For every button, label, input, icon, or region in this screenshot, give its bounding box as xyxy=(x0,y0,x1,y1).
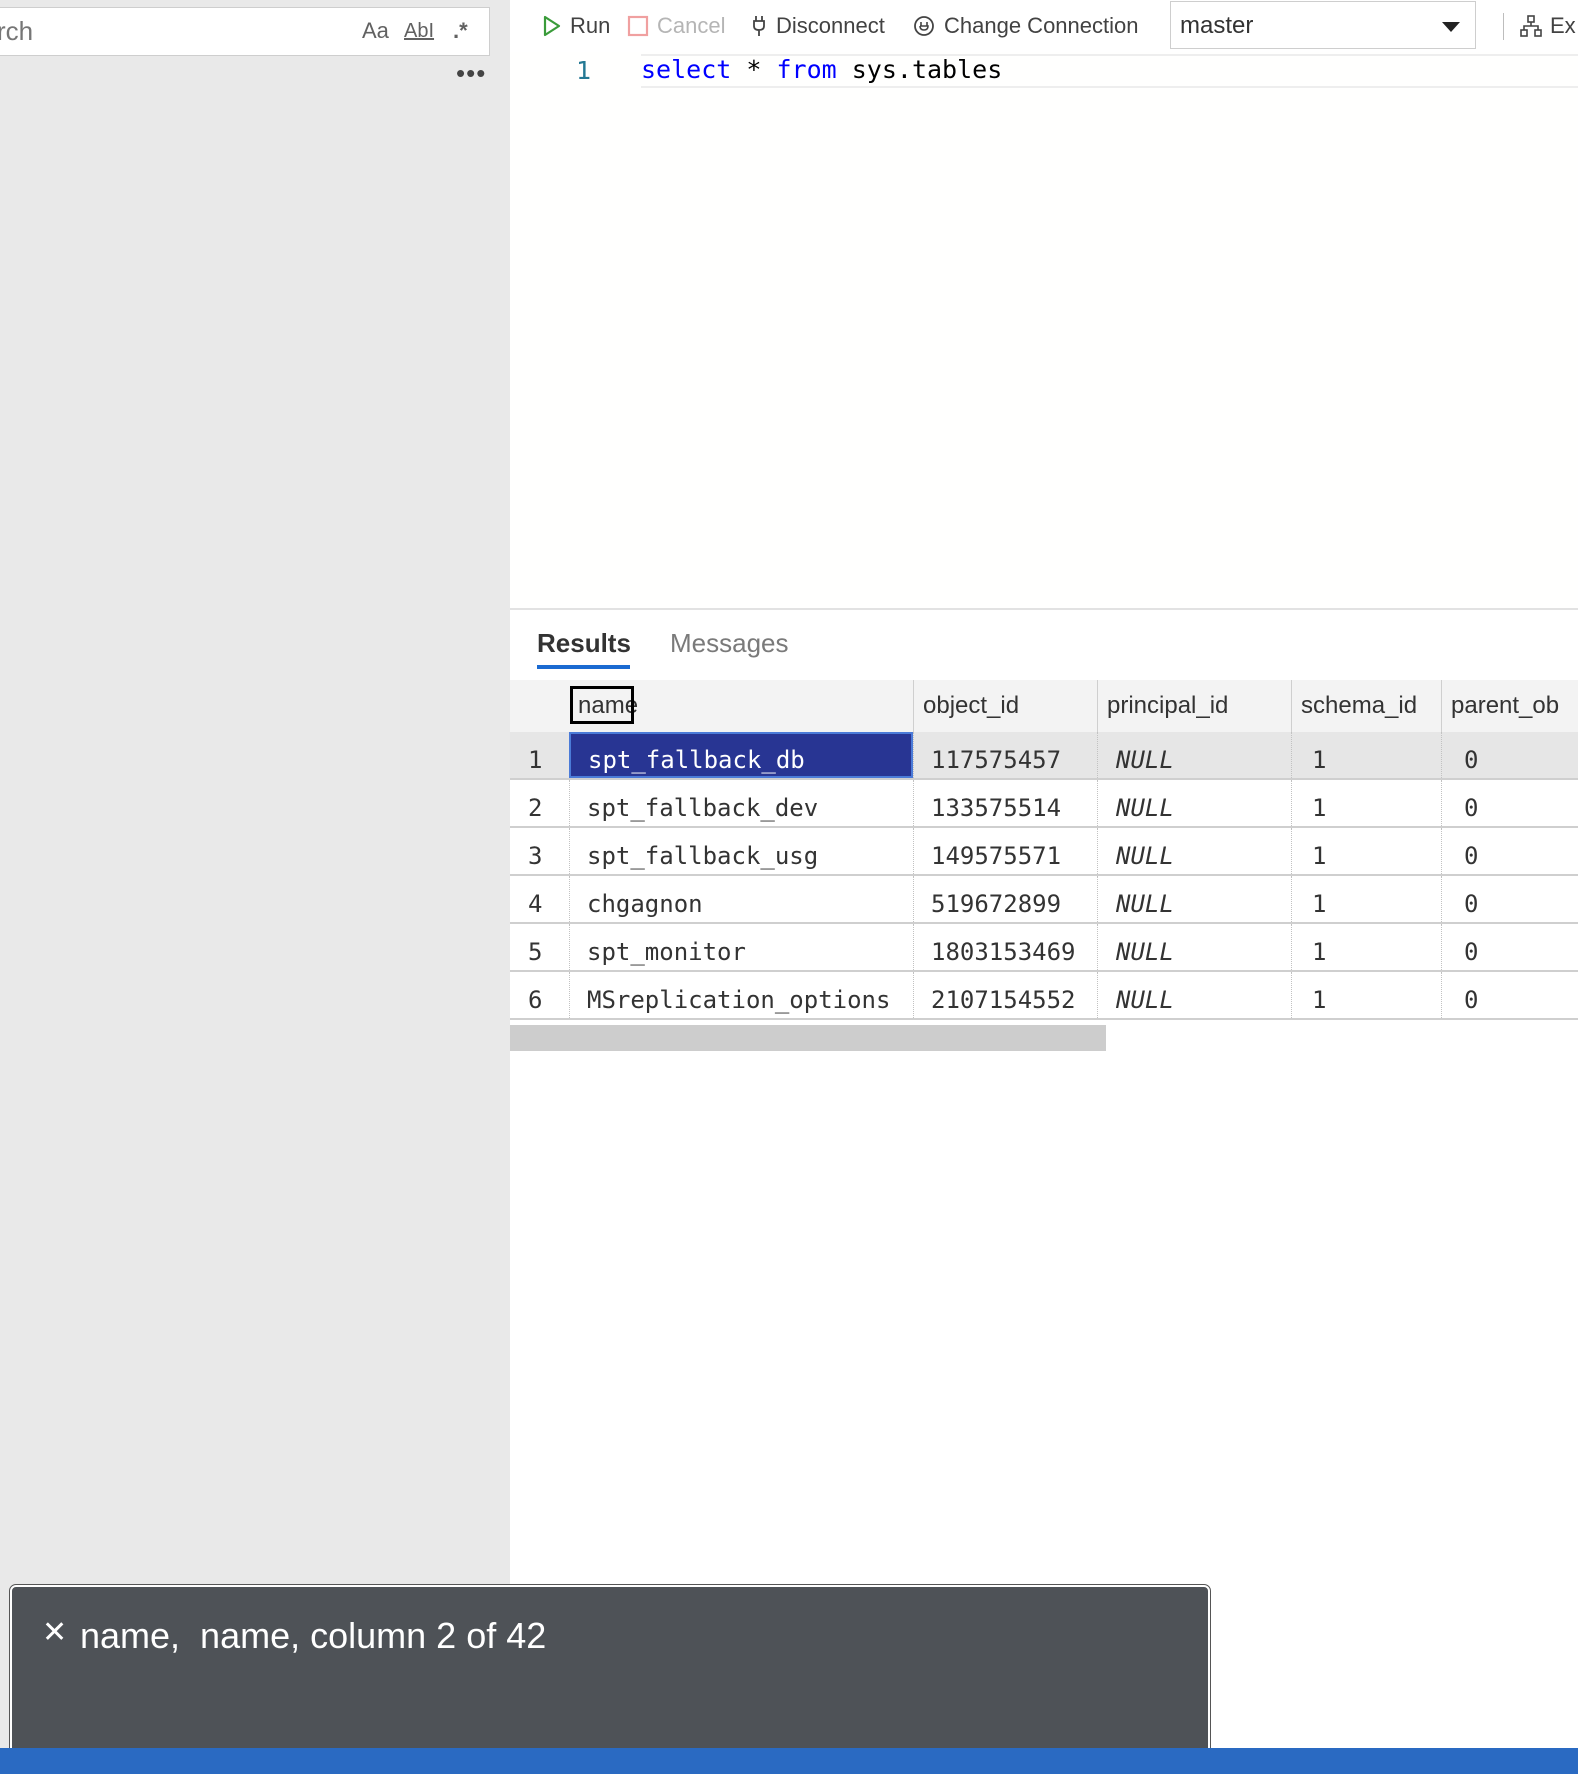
change-connection-icon xyxy=(914,16,934,36)
status-bar xyxy=(0,1748,1578,1774)
column-focus-outline xyxy=(570,686,634,724)
run-button[interactable]: Run xyxy=(542,10,610,42)
toolbar-divider xyxy=(1503,13,1504,40)
cell-schema-id[interactable]: 1 xyxy=(1291,732,1441,778)
chevron-down-icon xyxy=(1442,22,1460,32)
cell-principal-id[interactable]: NULL xyxy=(1097,972,1291,1018)
search-box: Aa AbI .* xyxy=(0,7,490,56)
disconnect-button[interactable]: Disconnect xyxy=(750,10,885,42)
match-case-toggle[interactable]: Aa xyxy=(362,17,389,45)
grid-header: name object_id principal_id schema_id pa… xyxy=(510,680,1578,734)
run-label: Run xyxy=(570,13,611,38)
cell-principal-id[interactable]: NULL xyxy=(1097,732,1291,778)
plug-icon xyxy=(753,16,765,36)
row-number: 1 xyxy=(528,746,543,774)
cell-schema-id[interactable]: 1 xyxy=(1291,828,1441,874)
panel-divider xyxy=(510,608,1578,610)
row-number: 2 xyxy=(528,794,543,822)
cell-name[interactable]: spt_fallback_dev xyxy=(569,780,913,826)
change-connection-label: Change Connection xyxy=(944,13,1139,38)
row-number: 4 xyxy=(528,890,543,918)
line-number: 1 xyxy=(576,56,592,85)
table-row[interactable]: 1 spt_fallback_db 117575457 NULL 1 0 xyxy=(510,732,1578,780)
keyword-from: from xyxy=(776,55,837,84)
cell-object-id[interactable]: 117575457 xyxy=(913,732,1097,778)
row-number: 6 xyxy=(528,986,543,1014)
tab-messages[interactable]: Messages xyxy=(670,628,789,659)
current-line[interactable]: select * from sys.tables xyxy=(641,54,1578,88)
database-select-value: master xyxy=(1180,12,1254,39)
regex-toggle[interactable]: .* xyxy=(453,17,468,45)
cell-principal-id[interactable]: NULL xyxy=(1097,780,1291,826)
row-number: 5 xyxy=(528,938,543,966)
cell-object-id[interactable]: 1803153469 xyxy=(913,924,1097,970)
cell-principal-id[interactable]: NULL xyxy=(1097,924,1291,970)
cell-schema-id[interactable]: 1 xyxy=(1291,780,1441,826)
stop-icon xyxy=(627,15,649,37)
cell-name[interactable]: chgagnon xyxy=(569,876,913,922)
change-connection-button[interactable]: Change Connection xyxy=(912,10,1138,42)
row-number-header xyxy=(510,680,569,732)
table-row[interactable]: 5 spt_monitor 1803153469 NULL 1 0 xyxy=(510,924,1578,972)
code-text[interactable]: select * from sys.tables xyxy=(641,55,1002,84)
cell-object-id[interactable]: 2107154552 xyxy=(913,972,1097,1018)
cell-name[interactable]: spt_fallback_db xyxy=(569,732,913,778)
table-row[interactable]: 4 chgagnon 519672899 NULL 1 0 xyxy=(510,876,1578,924)
cell-schema-id[interactable]: 1 xyxy=(1291,876,1441,922)
cell-parent-object-id[interactable]: 0 xyxy=(1441,828,1578,874)
cell-parent-object-id[interactable]: 0 xyxy=(1441,972,1578,1018)
toast-message: name, name, column 2 of 42 xyxy=(80,1615,547,1656)
tab-results[interactable]: Results xyxy=(537,628,631,659)
active-tab-indicator xyxy=(537,665,630,669)
side-panel: Aa AbI .* ••• xyxy=(0,0,510,1774)
cell-object-id[interactable]: 149575571 xyxy=(913,828,1097,874)
column-header-parent-object[interactable]: parent_ob xyxy=(1441,680,1578,732)
search-input[interactable] xyxy=(0,8,327,55)
whole-word-toggle[interactable]: AbI xyxy=(404,17,434,45)
play-icon xyxy=(543,15,561,37)
more-actions-button[interactable]: ••• xyxy=(456,58,486,89)
disconnect-label: Disconnect xyxy=(776,13,885,38)
query-editor[interactable]: 1 select * from sys.tables xyxy=(510,52,1578,608)
column-header-schema-id[interactable]: schema_id xyxy=(1291,680,1441,732)
cell-parent-object-id[interactable]: 0 xyxy=(1441,876,1578,922)
cell-object-id[interactable]: 519672899 xyxy=(913,876,1097,922)
horizontal-scrollbar[interactable] xyxy=(510,1025,1106,1051)
column-header-principal-id[interactable]: principal_id xyxy=(1097,680,1291,732)
cell-parent-object-id[interactable]: 0 xyxy=(1441,924,1578,970)
column-header-object-id[interactable]: object_id xyxy=(913,680,1097,732)
announcement-toast: ✕ name, name, column 2 of 42 xyxy=(9,1584,1211,1763)
cancel-label: Cancel xyxy=(657,13,726,38)
code-identifier: sys.tables xyxy=(836,55,1003,84)
cell-schema-id[interactable]: 1 xyxy=(1291,972,1441,1018)
table-row[interactable]: 3 spt_fallback_usg 149575571 NULL 1 0 xyxy=(510,828,1578,876)
keyword-select: select xyxy=(641,55,732,84)
cell-name[interactable]: MSreplication_options xyxy=(569,972,913,1018)
cell-name[interactable]: spt_fallback_usg xyxy=(569,828,913,874)
explain-label: Ex xyxy=(1550,13,1576,38)
explain-button[interactable]: Ex xyxy=(1520,10,1576,42)
table-row[interactable]: 2 spt_fallback_dev 133575514 NULL 1 0 xyxy=(510,780,1578,828)
cell-parent-object-id[interactable]: 0 xyxy=(1441,732,1578,778)
code-operator: * xyxy=(731,55,777,84)
table-row[interactable]: 6 MSreplication_options 2107154552 NULL 1 0 xyxy=(510,972,1578,1020)
database-select[interactable]: master xyxy=(1170,1,1476,49)
cell-name[interactable]: spt_monitor xyxy=(569,924,913,970)
cell-principal-id[interactable]: NULL xyxy=(1097,828,1291,874)
hierarchy-icon xyxy=(1520,15,1542,37)
cell-principal-id[interactable]: NULL xyxy=(1097,876,1291,922)
query-toolbar: Run Cancel Disconnect Change Connection … xyxy=(510,0,1578,52)
cell-object-id[interactable]: 133575514 xyxy=(913,780,1097,826)
row-number: 3 xyxy=(528,842,543,870)
cancel-button[interactable]: Cancel xyxy=(627,10,725,42)
cell-parent-object-id[interactable]: 0 xyxy=(1441,780,1578,826)
cell-schema-id[interactable]: 1 xyxy=(1291,924,1441,970)
close-icon[interactable]: ✕ xyxy=(42,1615,67,1650)
